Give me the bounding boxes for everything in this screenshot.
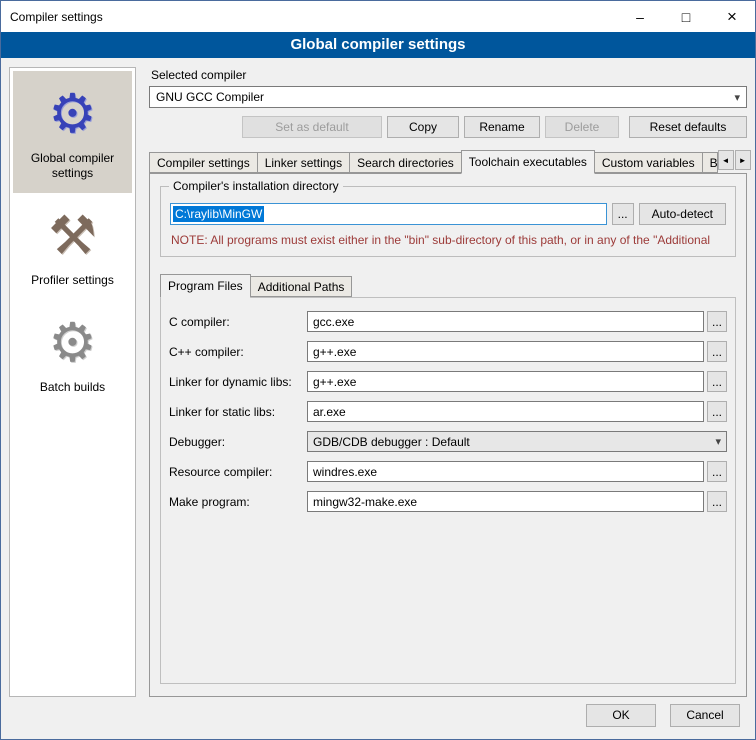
chevron-down-icon: ▾ (715, 435, 721, 448)
sidebar-item-profiler-settings[interactable]: ⚒ Profiler settings (13, 193, 132, 300)
make-program-label: Make program: (169, 495, 307, 509)
install-dir-input[interactable]: C:\raylib\MinGW (170, 203, 607, 225)
tab-row: Compiler settings Linker settings Search… (149, 150, 747, 173)
cpp-compiler-label: C++ compiler: (169, 345, 307, 359)
cpp-compiler-value: g++.exe (313, 345, 356, 359)
static-linker-input[interactable]: ar.exe (307, 401, 704, 422)
static-linker-label: Linker for static libs: (169, 405, 307, 419)
debugger-label: Debugger: (169, 435, 307, 449)
note-text: NOTE: All programs must exist either in … (171, 233, 726, 247)
toolchain-executables-panel: Compiler's installation directory C:\ray… (149, 173, 747, 697)
field-row: Linker for dynamic libs: g++.exe ... (169, 371, 727, 392)
programs-notebook: Program Files Additional Paths C compile… (160, 274, 736, 684)
dialog-content: ⚙ Global compiler settings ⚒ Profiler se… (1, 58, 755, 699)
ok-button[interactable]: OK (586, 704, 656, 727)
browse-install-dir-button[interactable]: ... (612, 203, 634, 225)
tab-build-truncated[interactable]: Builc (702, 152, 718, 173)
tab-linker-settings[interactable]: Linker settings (257, 152, 350, 173)
tab-program-files[interactable]: Program Files (160, 274, 251, 298)
debugger-value: GDB/CDB debugger : Default (313, 435, 470, 449)
tab-toolchain-executables[interactable]: Toolchain executables (461, 150, 595, 174)
debugger-select[interactable]: GDB/CDB debugger : Default ▾ (307, 431, 727, 452)
selected-compiler-label: Selected compiler (151, 68, 747, 82)
browse-c-compiler-button[interactable]: ... (707, 311, 727, 332)
cpp-compiler-input[interactable]: g++.exe (307, 341, 704, 362)
gear-blue-icon: ⚙ (17, 84, 128, 144)
title-bar: Compiler settings – □ × (1, 1, 755, 32)
settings-sidebar: ⚙ Global compiler settings ⚒ Profiler se… (9, 67, 136, 697)
dynamic-linker-value: g++.exe (313, 375, 356, 389)
set-as-default-button: Set as default (242, 116, 382, 138)
window-controls: – □ × (617, 1, 755, 32)
c-compiler-value: gcc.exe (313, 315, 354, 329)
tab-scroll-left-icon[interactable]: ◄ (718, 150, 734, 170)
dialog-header: Global compiler settings (1, 32, 755, 58)
sidebar-item-label: Global compiler settings (17, 151, 128, 181)
program-files-panel: C compiler: gcc.exe ... C++ compiler: g+… (160, 297, 736, 684)
delete-button: Delete (545, 116, 619, 138)
make-program-input[interactable]: mingw32-make.exe (307, 491, 704, 512)
dynamic-linker-input[interactable]: g++.exe (307, 371, 704, 392)
copy-button[interactable]: Copy (387, 116, 459, 138)
field-row: C compiler: gcc.exe ... (169, 311, 727, 332)
tab-search-directories[interactable]: Search directories (349, 152, 462, 173)
compiler-settings-dialog: Compiler settings – □ × Global compiler … (0, 0, 756, 740)
installation-directory-group: Compiler's installation directory C:\ray… (160, 186, 736, 257)
close-icon[interactable]: × (709, 1, 755, 32)
c-compiler-label: C compiler: (169, 315, 307, 329)
install-dir-row: C:\raylib\MinGW ... Auto-detect (170, 203, 726, 225)
c-compiler-input[interactable]: gcc.exe (307, 311, 704, 332)
maximize-icon[interactable]: □ (663, 1, 709, 32)
browse-make-program-button[interactable]: ... (707, 491, 727, 512)
resource-compiler-label: Resource compiler: (169, 465, 307, 479)
minimize-icon[interactable]: – (617, 1, 663, 32)
resource-compiler-input[interactable]: windres.exe (307, 461, 704, 482)
tab-custom-variables[interactable]: Custom variables (594, 152, 703, 173)
install-dir-selected-text: C:\raylib\MinGW (173, 206, 264, 222)
selected-compiler-value: GNU GCC Compiler (156, 90, 264, 104)
settings-notebook: Compiler settings Linker settings Search… (149, 150, 747, 697)
sidebar-item-global-compiler-settings[interactable]: ⚙ Global compiler settings (13, 71, 132, 193)
chevron-down-icon: ▾ (734, 91, 740, 104)
sidebar-item-label: Profiler settings (17, 273, 128, 288)
sidebar-item-batch-builds[interactable]: ⚙ Batch builds (13, 300, 132, 407)
gear-gray-icon: ⚙ (17, 313, 128, 373)
make-program-value: mingw32-make.exe (313, 495, 417, 509)
tab-scroll-buttons: ◄ ► (717, 150, 751, 170)
window-title: Compiler settings (10, 10, 103, 24)
auto-detect-button[interactable]: Auto-detect (639, 203, 726, 225)
dialog-footer: OK Cancel (1, 699, 755, 739)
reset-defaults-button[interactable]: Reset defaults (629, 116, 747, 138)
field-row: Debugger: GDB/CDB debugger : Default ▾ (169, 431, 727, 452)
hammer-tool-icon: ⚒ (17, 206, 128, 266)
browse-dynamic-linker-button[interactable]: ... (707, 371, 727, 392)
field-row: Linker for static libs: ar.exe ... (169, 401, 727, 422)
selected-compiler-dropdown[interactable]: GNU GCC Compiler ▾ (149, 86, 747, 108)
browse-resource-compiler-button[interactable]: ... (707, 461, 727, 482)
browse-cpp-compiler-button[interactable]: ... (707, 341, 727, 362)
inner-tab-row: Program Files Additional Paths (160, 274, 736, 297)
resource-compiler-value: windres.exe (313, 465, 377, 479)
browse-static-linker-button[interactable]: ... (707, 401, 727, 422)
tab-scroll-right-icon[interactable]: ► (735, 150, 751, 170)
field-row: Resource compiler: windres.exe ... (169, 461, 727, 482)
cancel-button[interactable]: Cancel (670, 704, 740, 727)
rename-button[interactable]: Rename (464, 116, 540, 138)
sidebar-item-label: Batch builds (17, 380, 128, 395)
field-row: Make program: mingw32-make.exe ... (169, 491, 727, 512)
dynamic-linker-label: Linker for dynamic libs: (169, 375, 307, 389)
static-linker-value: ar.exe (313, 405, 346, 419)
tab-additional-paths[interactable]: Additional Paths (250, 276, 353, 297)
main-settings-area: Selected compiler GNU GCC Compiler ▾ Set… (149, 67, 747, 697)
tab-compiler-settings[interactable]: Compiler settings (149, 152, 258, 173)
group-title: Compiler's installation directory (169, 179, 343, 193)
field-row: C++ compiler: g++.exe ... (169, 341, 727, 362)
compiler-button-row: Set as default Copy Rename Delete Reset … (149, 116, 747, 138)
